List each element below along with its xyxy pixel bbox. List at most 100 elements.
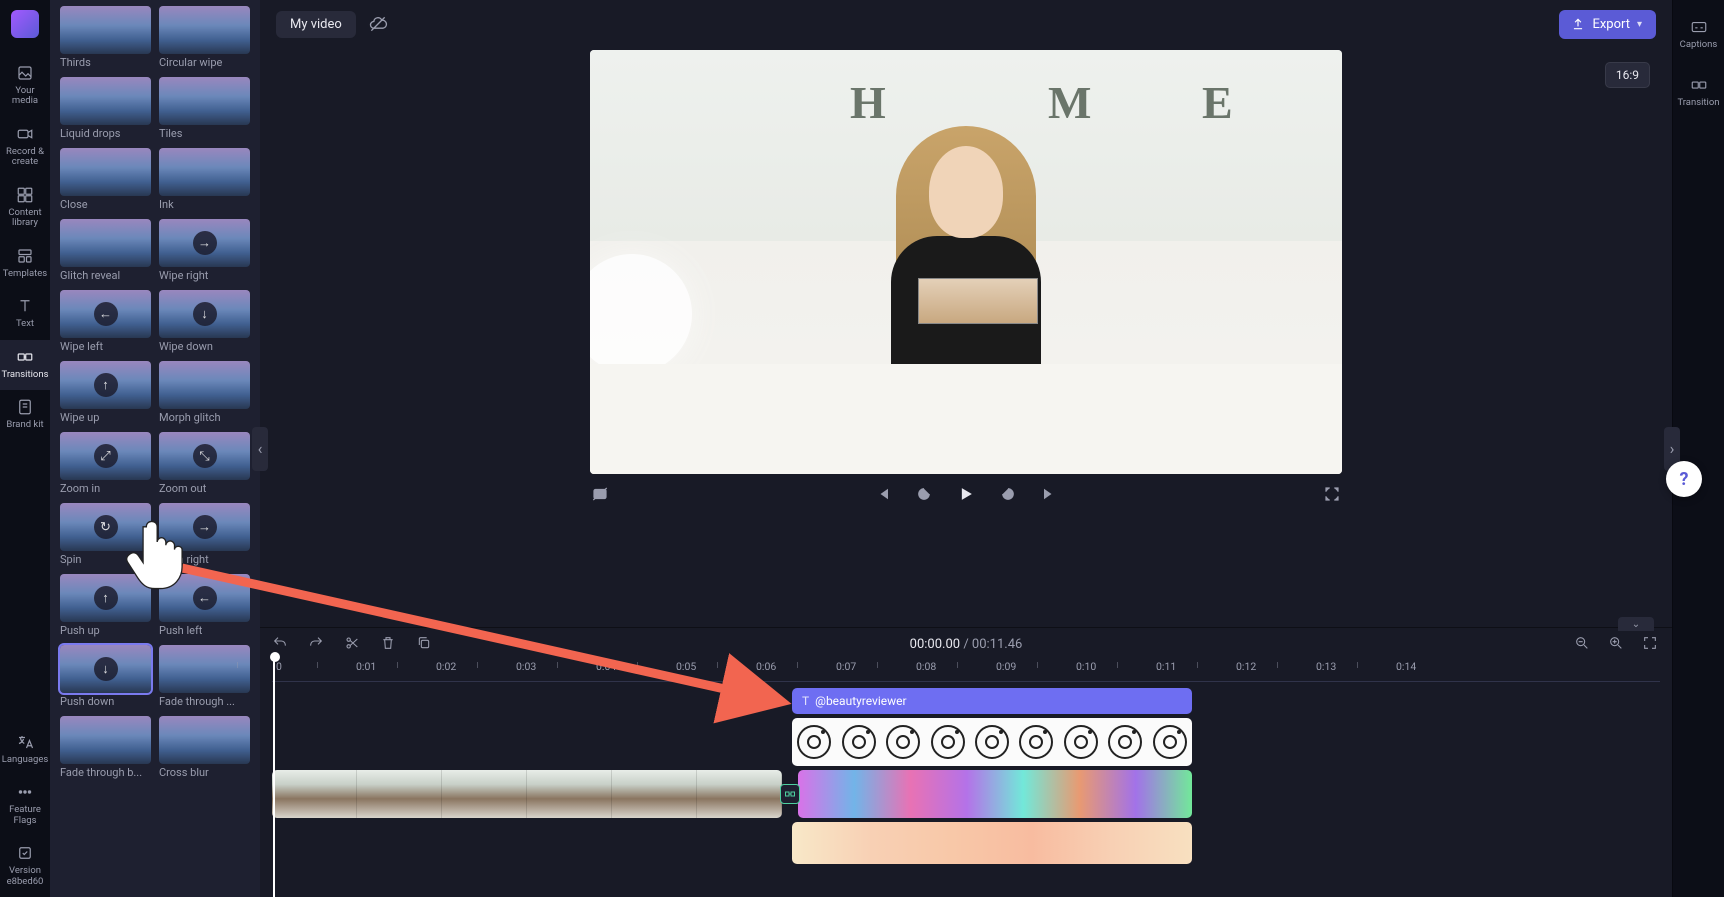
aspect-ratio-button[interactable]: 16:9 — [1605, 62, 1650, 88]
nav-label: Your media — [2, 86, 48, 107]
instagram-icon — [886, 725, 920, 759]
transition-item-fade-through-b[interactable]: Fade through b... — [60, 716, 151, 779]
fullscreen-button[interactable] — [1322, 484, 1342, 504]
transition-item-thirds[interactable]: Thirds — [60, 6, 151, 69]
skip-end-button[interactable] — [1040, 484, 1060, 504]
cloud-sync-icon[interactable] — [368, 14, 388, 34]
transition-item-cross-blur[interactable]: Cross blur — [159, 716, 250, 779]
nav-brand-kit[interactable]: Brand kit — [0, 390, 50, 440]
play-button[interactable] — [956, 484, 976, 504]
transition-item-glitch-reveal[interactable]: Glitch reveal — [60, 219, 151, 282]
nav-label: Transitions — [2, 370, 49, 380]
transition-item-push-right[interactable]: →Push right — [159, 503, 250, 566]
video-clip-c[interactable] — [792, 822, 1192, 864]
nav-your-media[interactable]: Your media — [0, 56, 50, 117]
transition-item-spin[interactable]: ↻Spin — [60, 503, 151, 566]
nav-transitions[interactable]: Transitions — [0, 340, 50, 390]
timeline-toolbar: 00:00.00 / 00:11.46 — [260, 628, 1672, 660]
ruler-tick: 0:01 — [356, 660, 376, 673]
collapse-left-panel-button[interactable]: ‹ — [252, 427, 268, 471]
instagram-icon — [1108, 725, 1142, 759]
project-title[interactable]: My video — [276, 11, 356, 38]
help-button[interactable]: ? — [1666, 461, 1702, 497]
transition-props-button[interactable]: Transition — [1673, 70, 1724, 116]
undo-button[interactable] — [272, 635, 290, 653]
redo-button[interactable] — [308, 635, 326, 653]
nav-languages[interactable]: Languages — [0, 725, 50, 775]
upload-icon — [1571, 17, 1585, 31]
transition-item-wipe-up[interactable]: ↑Wipe up — [60, 361, 151, 424]
video-frame-thumb — [697, 770, 782, 818]
transition-item-circular-wipe[interactable]: Circular wipe — [159, 6, 250, 69]
nav-record-create[interactable]: Record & create — [0, 117, 50, 178]
preview-area: 16:9 H M E — [260, 48, 1672, 627]
transition-glyph-icon: ↑ — [94, 586, 118, 610]
timeline-ruler[interactable]: 00:010:020:030:040:050:060:070:080:090:1… — [272, 660, 1660, 682]
overlay-clip-instagram[interactable] — [792, 718, 1192, 766]
transition-item-label: Ink — [159, 198, 250, 211]
transition-item-label: Wipe left — [60, 340, 151, 353]
duplicate-button[interactable] — [416, 635, 434, 653]
nav-feature-flags[interactable]: Feature Flags — [0, 775, 50, 836]
ruler-tick: 0 — [276, 660, 282, 673]
ruler-tick: 0:12 — [1236, 660, 1256, 673]
transition-item-close[interactable]: Close — [60, 148, 151, 211]
safe-zone-button[interactable] — [590, 484, 610, 504]
video-frame-thumb — [612, 770, 697, 818]
nav-label: Languages — [2, 755, 49, 765]
text-icon — [16, 297, 34, 315]
nav-text[interactable]: Text — [0, 289, 50, 339]
delete-button[interactable] — [380, 635, 398, 653]
split-button[interactable] — [344, 635, 362, 653]
transition-item-push-up[interactable]: ↑ Push up — [60, 574, 151, 637]
version-icon — [16, 844, 34, 862]
transition-item-label: Push up — [60, 624, 151, 637]
preview-canvas[interactable]: H M E — [590, 50, 1342, 474]
nav-label: Feature Flags — [2, 805, 48, 826]
transition-item-label: Zoom in — [60, 482, 151, 495]
transition-item-liquid-drops[interactable]: Liquid drops — [60, 77, 151, 140]
brandkit-icon — [16, 398, 34, 416]
transition-item-label: Zoom out — [159, 482, 250, 495]
app-logo[interactable] — [11, 10, 39, 38]
nav-templates[interactable]: Templates — [0, 239, 50, 289]
zoom-out-button[interactable] — [1574, 635, 1592, 653]
nav-version[interactable]: Version e8bed60 — [0, 836, 50, 897]
transition-item-push-down[interactable]: ↓Push down — [60, 645, 151, 708]
captions-button[interactable]: Captions — [1673, 12, 1724, 58]
export-button[interactable]: Export ▾ — [1559, 10, 1656, 39]
transition-glyph-icon: ↓ — [94, 657, 118, 681]
transition-item-fade-through[interactable]: Fade through ... — [159, 645, 250, 708]
skip-start-button[interactable] — [872, 484, 892, 504]
timeline-tracks[interactable]: T @beautyreviewer — [272, 686, 1660, 897]
captions-label: Captions — [1680, 39, 1718, 50]
transition-item-morph-glitch[interactable]: Morph glitch — [159, 361, 250, 424]
transition-item-wipe-down[interactable]: ↓Wipe down — [159, 290, 250, 353]
transition-item-ink[interactable]: Ink — [159, 148, 250, 211]
playhead[interactable] — [273, 658, 275, 897]
zoom-in-button[interactable] — [1608, 635, 1626, 653]
transition-item-zoom-out[interactable]: ⤡Zoom out — [159, 432, 250, 495]
transition-marker[interactable] — [780, 784, 800, 804]
video-clip-b[interactable] — [798, 770, 1192, 818]
transition-item-wipe-left[interactable]: ←Wipe left — [60, 290, 151, 353]
transitions-icon — [16, 348, 34, 366]
ruler-tick: 0:10 — [1076, 660, 1096, 673]
text-clip[interactable]: T @beautyreviewer — [792, 688, 1192, 714]
timeline-timecode: 00:00.00 / 00:11.46 — [910, 637, 1023, 652]
forward-button[interactable] — [998, 484, 1018, 504]
ruler-tick: 0:11 — [1156, 660, 1176, 673]
zoom-fit-button[interactable] — [1642, 635, 1660, 653]
transition-item-push-left[interactable]: ←Push left — [159, 574, 250, 637]
top-bar: My video Export ▾ — [260, 0, 1672, 48]
instagram-icon — [931, 725, 965, 759]
transitions-panel: ThirdsCircular wipeLiquid dropsTilesClos… — [50, 0, 260, 897]
nav-content-library[interactable]: Content library — [0, 178, 50, 239]
preview-scene: H M E — [590, 50, 1342, 474]
rewind-button[interactable] — [914, 484, 934, 504]
current-time: 00:00.00 — [910, 637, 960, 652]
transition-item-tiles[interactable]: Tiles — [159, 77, 250, 140]
transition-item-wipe-right[interactable]: →Wipe right — [159, 219, 250, 282]
video-clip-a[interactable] — [272, 770, 782, 818]
transition-item-zoom-in[interactable]: ⤢Zoom in — [60, 432, 151, 495]
